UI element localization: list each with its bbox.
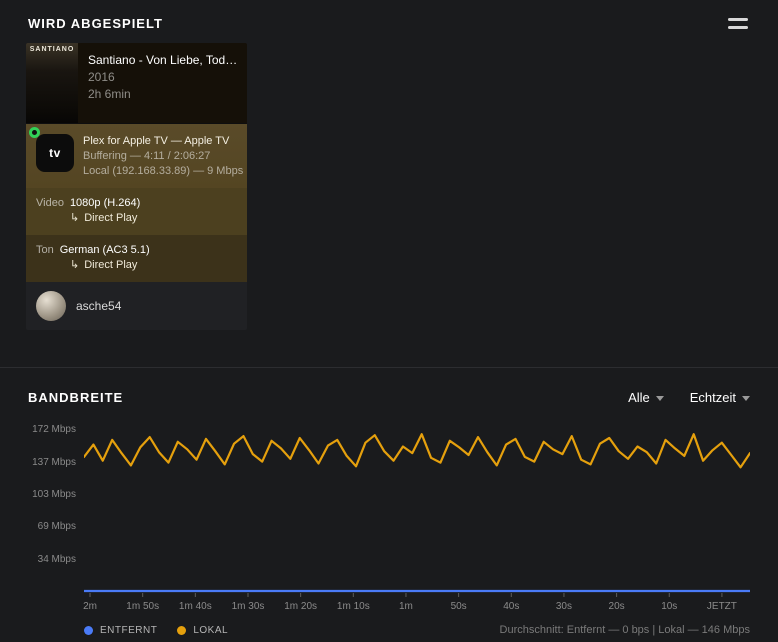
chevron-down-icon [742, 396, 750, 401]
legend-item-lokal[interactable]: LOKAL [177, 625, 228, 636]
y-axis-label: 103 Mbps [32, 488, 76, 500]
audio-transcode-label: Direct Play [84, 259, 138, 271]
x-axis-label: 1m 40s [178, 601, 212, 612]
lokal-legend-dot [177, 625, 187, 635]
media-year: 2016 [88, 70, 115, 84]
y-axis-label: 172 Mbps [32, 423, 76, 435]
player-connection: Local (192.168.33.89) — 9 Mbps [83, 165, 244, 177]
device-icon-wrap: tv [29, 127, 74, 172]
video-stream-row: Video 1080p (H.264) ↳ Direct Play [26, 188, 247, 235]
legend-item-entfernt[interactable]: ENTFERNT [84, 625, 157, 636]
now-playing-title: WIRD ABGESPIELT [28, 16, 163, 31]
chart-legend: ENTFERNT LOKAL [84, 625, 228, 636]
poster-thumbnail[interactable]: SANTIANO [26, 43, 78, 123]
x-axis: 2m 1m 50s 1m 40s 1m 30s 1m 20s 1m 10s 1m 50s 40s… [83, 601, 750, 616]
bandwidth-section: BANDBREITE Alle Echtzeit 172 Mbps 137 Mbp… [0, 367, 778, 636]
video-value: 1080p (H.264) [69, 197, 141, 209]
y-axis: 172 Mbps 137 Mbps 103 Mbps 69 Mbps 34 Mbps [28, 421, 84, 599]
entfernt-legend-dot [84, 625, 93, 635]
bandwidth-summary: Durchschnitt: Entfernt — 0 bps | Lokal —… [499, 624, 750, 636]
x-axis-label: 2m [83, 601, 97, 612]
audio-value: German (AC3 5.1) [59, 244, 150, 256]
video-transcode-label: Direct Play [84, 212, 138, 224]
media-info: Santiano - Von Liebe, Tod… 2016 2h 6min [78, 43, 247, 123]
x-axis-label: 50s [450, 601, 467, 612]
video-label: Video [36, 197, 64, 209]
plot-area [84, 433, 750, 597]
y-axis-label: 69 Mbps [37, 520, 76, 532]
bandwidth-header: BANDBREITE Alle Echtzeit [28, 390, 750, 405]
filter-dropdown-alle[interactable]: Alle [628, 390, 664, 405]
video-transcode: ↳ Direct Play [70, 211, 237, 226]
player-status-ring-icon [29, 127, 40, 138]
x-axis-label: 1m 50s [126, 601, 160, 612]
direct-play-arrow-icon: ↳ [70, 212, 80, 224]
user-name: asche54 [76, 299, 122, 313]
user-row[interactable]: asche54 [26, 282, 247, 330]
apple-tv-icon: tv [36, 134, 74, 172]
now-playing-card[interactable]: SANTIANO Santiano - Von Liebe, Tod… 2016… [26, 43, 247, 330]
player-row: tv Plex for Apple TV — Apple TV Bufferin… [26, 124, 247, 188]
list-view-icon[interactable] [726, 16, 750, 31]
filter-alle-label: Alle [628, 390, 650, 405]
entfernt-legend-label: ENTFERNT [100, 624, 158, 636]
bandwidth-title: BANDBREITE [28, 390, 124, 405]
direct-play-arrow-icon: ↳ [70, 259, 80, 271]
x-axis-label: 1m [399, 601, 413, 612]
media-row: SANTIANO Santiano - Von Liebe, Tod… 2016… [26, 43, 247, 123]
lokal-legend-label: LOKAL [193, 624, 229, 636]
bandwidth-filters: Alle Echtzeit [628, 390, 750, 405]
player-name: Plex for Apple TV — Apple TV [83, 135, 230, 147]
x-axis-label: 1m 10s [336, 601, 370, 612]
media-duration: 2h 6min [88, 87, 131, 101]
now-playing-header: WIRD ABGESPIELT [0, 0, 778, 43]
x-axis-label: 10s [661, 601, 678, 612]
filter-echtzeit-label: Echtzeit [689, 390, 736, 405]
player-info: Plex for Apple TV — Apple TV Buffering —… [83, 134, 244, 179]
filter-dropdown-echtzeit[interactable]: Echtzeit [690, 390, 750, 405]
chevron-down-icon [655, 396, 664, 401]
series-line-lokal [84, 433, 750, 469]
player-status: Buffering — 4:11 / 2:06:27 [83, 150, 211, 162]
avatar [36, 291, 66, 321]
audio-transcode: ↳ Direct Play [70, 258, 237, 273]
chart-footer: ENTFERNT LOKAL Durchschnitt: Entfernt — … [28, 624, 750, 636]
audio-stream-row: Ton German (AC3 5.1) ↳ Direct Play [26, 235, 247, 282]
x-axis-label: 1m 20s [284, 601, 318, 612]
x-axis-label: 20s [608, 601, 625, 612]
x-axis-label: 40s [503, 601, 520, 612]
poster-title-text: SANTIANO [29, 46, 75, 53]
y-axis-label: 137 Mbps [32, 456, 76, 468]
x-axis-label: 30s [555, 601, 572, 612]
media-title[interactable]: Santiano - Von Liebe, Tod… [88, 52, 237, 69]
y-axis-label: 34 Mbps [37, 553, 76, 565]
bandwidth-chart: 172 Mbps 137 Mbps 103 Mbps 69 Mbps 34 Mbps 2… [28, 421, 750, 636]
x-axis-label: JETZT [706, 601, 737, 612]
audio-label: Ton [36, 244, 54, 256]
x-axis-label: 1m 30s [231, 601, 265, 612]
